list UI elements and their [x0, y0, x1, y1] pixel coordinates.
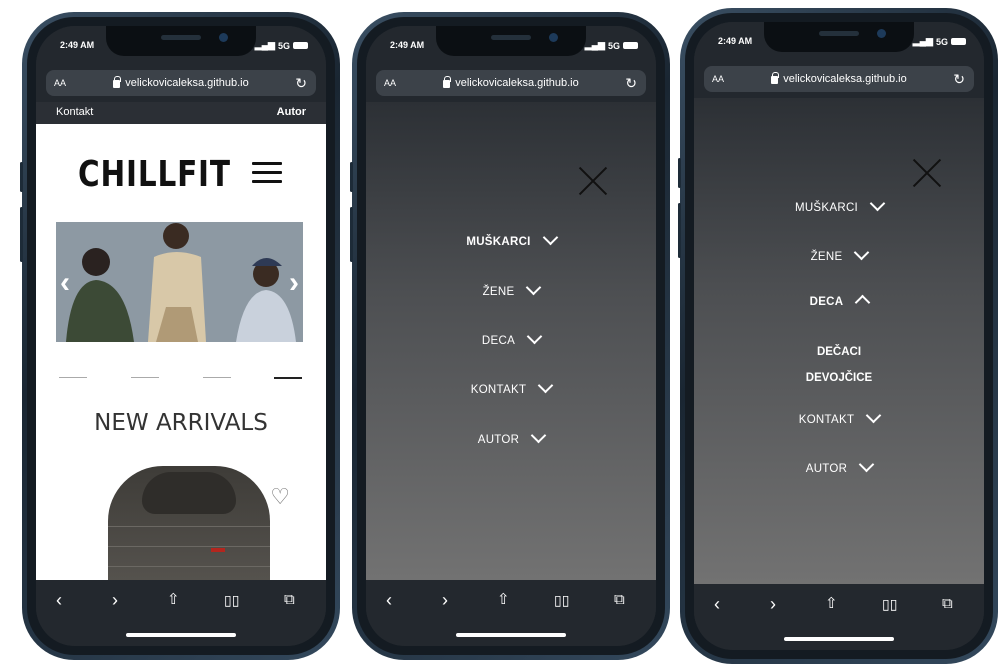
slider-indicators	[56, 377, 303, 379]
tabs-icon[interactable]: ⧉	[942, 594, 953, 614]
screenshot: 2:49 AM ▂▄▆ 5G AA velickovicaleksa.githu…	[0, 0, 1001, 669]
phone-2-screen: 2:49 AM ▂▄▆ 5G AA velickovicaleksa.githu…	[366, 26, 656, 646]
battery-icon	[623, 42, 638, 49]
url-text[interactable]: velickovicaleksa.github.io	[455, 77, 579, 89]
status-time: 2:49 AM	[60, 40, 95, 50]
share-icon[interactable]: ⇧	[497, 590, 510, 610]
slide-indicator-2[interactable]	[131, 377, 159, 378]
menu-item-zene[interactable]: ŽENE	[366, 279, 656, 298]
slide-indicator-1[interactable]	[59, 377, 87, 378]
mobile-menu-overlay: MUŠKARCI ŽENE DECA KONTAKT AUTOR	[366, 102, 656, 580]
text-size-button[interactable]: AA	[712, 74, 724, 84]
people-photo	[56, 222, 303, 342]
menu-item-autor[interactable]: AUTOR	[694, 456, 984, 475]
text-size-button[interactable]: AA	[54, 78, 66, 88]
battery-icon	[951, 38, 966, 45]
menu-item-muskarci[interactable]: MUŠKARCI	[366, 229, 656, 248]
bookmarks-icon[interactable]: ▯▯	[224, 590, 239, 610]
notch	[106, 26, 256, 56]
back-icon[interactable]: ‹	[714, 594, 720, 614]
site-page: CHILLFIT ‹ › NEW ARRIVALS ♡	[36, 124, 326, 580]
phone-3: 2:49 AM ▂▄▆ 5G AA velickovicaleksa.githu…	[678, 8, 998, 664]
slide-indicator-4[interactable]	[274, 377, 302, 379]
battery-icon	[293, 42, 308, 49]
chevron-down-icon	[526, 279, 542, 296]
browser-toolbar: ‹ › ⇧ ▯▯ ⧉	[366, 580, 656, 646]
reload-icon[interactable]: ↻	[625, 75, 637, 92]
tabs-icon[interactable]: ⧉	[614, 590, 625, 610]
chevron-down-icon	[854, 244, 870, 261]
mobile-menu-overlay: MUŠKARCI ŽENE DECA DEČACI DEVOJČICE KONT…	[694, 98, 984, 584]
browser-toolbar: ‹ › ⇧ ▯▯ ⧉	[694, 584, 984, 650]
close-icon[interactable]	[578, 166, 608, 196]
heart-icon[interactable]: ♡	[270, 484, 290, 510]
bookmarks-icon[interactable]: ▯▯	[554, 590, 569, 610]
section-heading: NEW ARRIVALS	[94, 410, 268, 436]
lock-icon	[771, 72, 780, 84]
phone-1: 2:49 AM ▂▄▆ 5G AA velickovicaleksa.githu…	[20, 12, 340, 660]
address-bar[interactable]: AA velickovicaleksa.github.io ↻	[704, 66, 974, 92]
lock-icon	[113, 76, 122, 88]
address-bar[interactable]: AA velickovicaleksa.github.io ↻	[46, 70, 316, 96]
contact-link[interactable]: Kontakt	[56, 106, 93, 118]
reload-icon[interactable]: ↻	[295, 75, 307, 92]
slider-prev-arrow[interactable]: ‹	[60, 266, 70, 300]
hamburger-menu-icon[interactable]	[252, 162, 282, 184]
chevron-down-icon	[530, 427, 547, 444]
browser-toolbar: ‹ › ⇧ ▯▯ ⧉	[36, 580, 326, 646]
chevron-down-icon	[869, 195, 886, 212]
home-indicator[interactable]	[784, 637, 894, 641]
status-time: 2:49 AM	[390, 40, 425, 50]
author-link[interactable]: Autor	[277, 106, 306, 118]
back-icon[interactable]: ‹	[386, 590, 392, 610]
tabs-icon[interactable]: ⧉	[284, 590, 295, 610]
chevron-up-icon	[855, 294, 871, 311]
notch	[436, 26, 586, 56]
home-indicator[interactable]	[126, 633, 236, 637]
forward-icon[interactable]: ›	[770, 594, 776, 614]
phone-2: 2:49 AM ▂▄▆ 5G AA velickovicaleksa.githu…	[350, 12, 670, 660]
slider-next-arrow[interactable]: ›	[289, 266, 299, 300]
home-indicator[interactable]	[456, 633, 566, 637]
menu-item-kontakt[interactable]: KONTAKT	[694, 407, 984, 426]
chevron-down-icon	[526, 328, 543, 345]
menu-item-autor[interactable]: AUTOR	[366, 427, 656, 446]
chevron-down-icon	[538, 377, 554, 394]
close-icon[interactable]	[912, 158, 942, 188]
hero-slider-image: ‹ ›	[56, 222, 303, 342]
forward-icon[interactable]: ›	[112, 590, 118, 610]
forward-icon[interactable]: ›	[442, 590, 448, 610]
phone-3-screen: 2:49 AM ▂▄▆ 5G AA velickovicaleksa.githu…	[694, 22, 984, 650]
site-topbar: Kontakt Autor	[36, 102, 326, 124]
status-time: 2:49 AM	[718, 36, 753, 46]
share-icon[interactable]: ⇧	[825, 594, 838, 614]
product-image-jacket[interactable]	[108, 466, 270, 580]
signal-indicator: ▂▄▆ 5G	[913, 36, 966, 47]
address-bar[interactable]: AA velickovicaleksa.github.io ↻	[376, 70, 646, 96]
chevron-down-icon	[542, 229, 558, 246]
submenu-item-devojcice[interactable]: DEVOJČICE	[694, 372, 984, 384]
menu-item-zene[interactable]: ŽENE	[694, 244, 984, 263]
back-icon[interactable]: ‹	[56, 590, 62, 610]
reload-icon[interactable]: ↻	[953, 71, 965, 88]
menu-item-deca[interactable]: DECA	[694, 294, 984, 311]
signal-indicator: ▂▄▆ 5G	[255, 40, 308, 51]
site-logo[interactable]: CHILLFIT	[78, 154, 231, 195]
url-text[interactable]: velickovicaleksa.github.io	[783, 73, 907, 85]
menu-item-kontakt[interactable]: KONTAKT	[366, 377, 656, 396]
share-icon[interactable]: ⇧	[167, 590, 180, 610]
bookmarks-icon[interactable]: ▯▯	[882, 594, 897, 614]
text-size-button[interactable]: AA	[384, 78, 396, 88]
chevron-down-icon	[858, 456, 875, 473]
slide-indicator-3[interactable]	[203, 377, 231, 378]
submenu-item-decaci[interactable]: DEČACI	[694, 346, 984, 358]
menu-item-deca[interactable]: DECA	[366, 328, 656, 347]
chevron-down-icon	[866, 407, 882, 424]
lock-icon	[443, 76, 452, 88]
notch	[764, 22, 914, 52]
menu-item-muskarci[interactable]: MUŠKARCI	[694, 195, 984, 214]
phone-1-screen: 2:49 AM ▂▄▆ 5G AA velickovicaleksa.githu…	[36, 26, 326, 646]
signal-indicator: ▂▄▆ 5G	[585, 40, 638, 51]
url-text[interactable]: velickovicaleksa.github.io	[125, 77, 249, 89]
